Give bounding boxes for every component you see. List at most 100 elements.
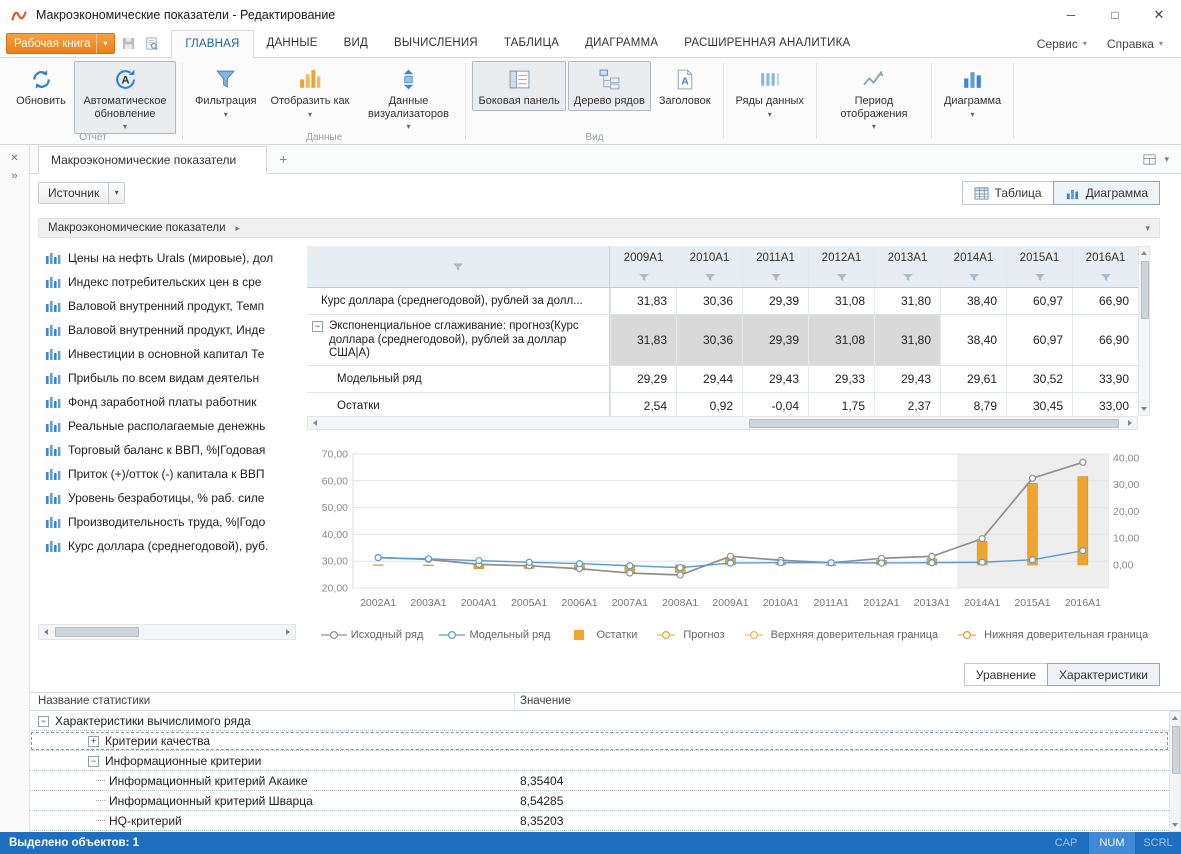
breadcrumb[interactable]: Макроэкономические показатели ▸ ▾ <box>38 218 1160 238</box>
table-column-header[interactable]: 2013A1 <box>874 246 940 287</box>
new-tab-button[interactable]: + <box>267 145 299 173</box>
table-view-button[interactable]: Таблица <box>962 181 1054 205</box>
legend-item[interactable]: Остатки <box>566 629 637 641</box>
scroll-down-arrow[interactable] <box>1138 403 1150 415</box>
panel-expand-icon[interactable]: » <box>0 170 29 182</box>
ribbon-button[interactable]: Ряды данных▾ <box>730 61 810 122</box>
statistics-row[interactable]: −Характеристики вычислимого ряда <box>30 711 1169 731</box>
series-tree-item[interactable]: Производительность труда, %|Годо <box>38 510 296 534</box>
series-tree-item[interactable]: Реальные располагаемые денежнь <box>38 414 296 438</box>
table-vertical-scrollbar[interactable] <box>1138 246 1150 416</box>
table-cell[interactable]: 66,90 <box>1072 315 1138 365</box>
series-tree-item[interactable]: Курс доллара (среднегодовой), руб. <box>38 534 296 558</box>
scroll-right-arrow[interactable] <box>281 625 295 639</box>
maximize-button[interactable]: □ <box>1093 0 1137 30</box>
legend-item[interactable]: Модельный ряд <box>439 629 550 641</box>
collapse-expander-icon[interactable]: + <box>88 736 99 747</box>
table-cell[interactable]: 29,29 <box>610 366 676 392</box>
equation-button[interactable]: Уравнение <box>964 663 1048 686</box>
table-column-header[interactable]: 2012A1 <box>808 246 874 287</box>
chevron-down-icon[interactable]: ▾ <box>108 183 124 203</box>
scroll-left-arrow[interactable] <box>308 416 322 430</box>
collapse-expander-icon[interactable]: − <box>312 321 323 332</box>
combo-chart-area[interactable]: 20,0030,0040,0050,0060,0070,000,0010,002… <box>307 446 1162 623</box>
ribbon-button[interactable]: Фильтрация▾ <box>189 61 262 122</box>
ribbon-tab-0[interactable]: ГЛАВНАЯ <box>171 30 253 58</box>
statistics-row[interactable]: Информационный критерий Шварца8,54285 <box>30 791 1169 811</box>
series-tree-item[interactable]: Цены на нефть Urals (мировые), дол <box>38 246 296 270</box>
statistics-row[interactable]: Информационный критерий Акаике8,35404 <box>30 771 1169 791</box>
chevron-down-icon[interactable]: ▾ <box>1145 223 1150 234</box>
table-cell[interactable]: 30,52 <box>1006 366 1072 392</box>
tree-horizontal-scrollbar[interactable] <box>38 624 296 640</box>
panel-close-icon[interactable]: ✕ <box>0 153 29 164</box>
ribbon-button[interactable]: Период отображения▾ <box>823 61 925 134</box>
close-button[interactable]: ✕ <box>1137 0 1181 30</box>
scroll-up-arrow[interactable] <box>1169 712 1181 724</box>
collapse-expander-icon[interactable]: − <box>38 716 49 727</box>
table-column-header[interactable]: 2011A1 <box>742 246 808 287</box>
table-cell[interactable]: 29,43 <box>874 366 940 392</box>
row-label-cell[interactable]: Модельный ряд <box>307 366 610 392</box>
chevron-down-icon[interactable]: ▾ <box>1164 154 1169 165</box>
ribbon-button[interactable]: AАвтоматическое обновление▾ <box>74 61 176 134</box>
legend-item[interactable]: Прогноз <box>653 629 724 641</box>
table-cell[interactable]: 31,80 <box>874 288 940 314</box>
save-button[interactable] <box>118 34 138 54</box>
table-cell[interactable]: 29,39 <box>742 288 808 314</box>
table-column-header[interactable]: 2014A1 <box>940 246 1006 287</box>
minimize-button[interactable]: ─ <box>1049 0 1093 30</box>
row-label-cell[interactable]: −Экспоненциальное сглаживание: прогноз(К… <box>307 315 610 365</box>
series-tree-item[interactable]: Уровень безработицы, % раб. силе <box>38 486 296 510</box>
ribbon-tab-3[interactable]: ВЫЧИСЛЕНИЯ <box>381 30 491 57</box>
table-cell[interactable]: 30,36 <box>676 315 742 365</box>
ribbon-tab-4[interactable]: ТАБЛИЦА <box>491 30 572 57</box>
preview-button[interactable] <box>141 34 161 54</box>
series-tree-item[interactable]: Фонд заработной платы работник <box>38 390 296 414</box>
table-cell[interactable]: 29,61 <box>940 366 1006 392</box>
ribbon-button[interactable]: Боковая панель <box>472 61 565 111</box>
series-tree-item[interactable]: Приток (+)/отток (-) капитала к ВВП <box>38 462 296 486</box>
ribbon-button[interactable]: Дерево рядов <box>568 61 651 111</box>
table-cell[interactable]: 31,83 <box>610 315 676 365</box>
ribbon-tab-1[interactable]: ДАННЫЕ <box>254 30 331 57</box>
table-cell[interactable]: 60,97 <box>1006 288 1072 314</box>
ribbon-button[interactable]: Отобразить как▾ <box>264 61 355 122</box>
table-column-header[interactable]: 2015A1 <box>1006 246 1072 287</box>
ribbon-tab-6[interactable]: РАСШИРЕННАЯ АНАЛИТИКА <box>671 30 863 57</box>
workbook-menu-button[interactable]: Рабочая книга ▾ <box>6 33 115 54</box>
table-horizontal-scrollbar[interactable] <box>307 416 1138 430</box>
table-column-header[interactable]: 2010A1 <box>676 246 742 287</box>
legend-item[interactable]: Нижняя доверительная граница <box>954 629 1148 641</box>
ribbon-button[interactable]: Обновить <box>10 61 72 111</box>
series-tree-item[interactable]: Индекс потребительских цен в сре <box>38 270 296 294</box>
help-menu[interactable]: Справка▾ <box>1099 31 1171 57</box>
table-column-header[interactable]: 2016A1 <box>1072 246 1138 287</box>
table-cell[interactable]: 38,40 <box>940 288 1006 314</box>
ribbon-tab-2[interactable]: ВИД <box>331 30 381 57</box>
window-layout-icon[interactable] <box>1142 152 1157 167</box>
series-tree-item[interactable]: Прибыль по всем видам деятельн <box>38 366 296 390</box>
series-tree-item[interactable]: Инвестиции в основной капитал Те <box>38 342 296 366</box>
ribbon-button[interactable]: Диаграмма▾ <box>938 61 1007 122</box>
table-cell[interactable]: 31,80 <box>874 315 940 365</box>
table-cell[interactable]: 38,40 <box>940 315 1006 365</box>
table-cell[interactable]: 31,83 <box>610 288 676 314</box>
source-button[interactable]: Источник ▾ <box>38 182 125 204</box>
statistics-row[interactable]: −Информационные критерии <box>30 751 1169 771</box>
table-column-header[interactable]: 2009A1 <box>610 246 676 287</box>
table-cell[interactable]: 33,90 <box>1072 366 1138 392</box>
table-cell[interactable]: 29,39 <box>742 315 808 365</box>
chart-view-button[interactable]: Диаграмма <box>1053 181 1160 205</box>
table-cell[interactable]: 29,33 <box>808 366 874 392</box>
ribbon-tab-5[interactable]: ДИАГРАММА <box>572 30 671 57</box>
table-header-filter-cell[interactable] <box>307 246 610 287</box>
collapse-expander-icon[interactable]: − <box>88 756 99 767</box>
legend-item[interactable]: Исходный ряд <box>321 629 424 641</box>
table-cell[interactable]: 31,08 <box>808 315 874 365</box>
row-label-cell[interactable]: Курс доллара (среднегодовой), рублей за … <box>307 288 610 314</box>
legend-item[interactable]: Верхняя доверительная граница <box>741 629 939 641</box>
statistics-row[interactable]: +Критерии качества <box>30 731 1169 751</box>
table-cell[interactable]: 66,90 <box>1072 288 1138 314</box>
series-tree-item[interactable]: Валовой внутренний продукт, Темп <box>38 294 296 318</box>
